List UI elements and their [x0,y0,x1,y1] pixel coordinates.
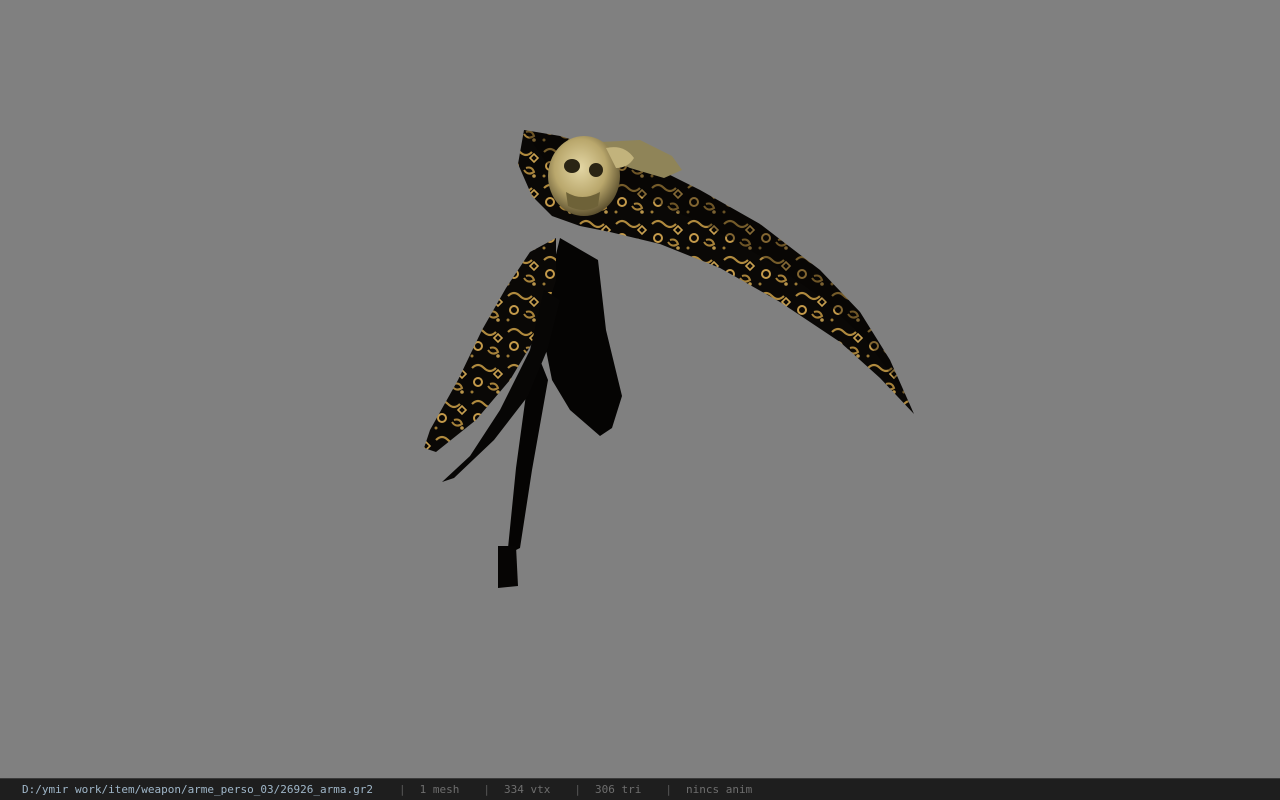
separator: | [483,783,490,796]
status-bar: D:/ymir work/item/weapon/arme_perso_03/2… [0,778,1280,800]
animation-status-label: nincs anim [685,783,753,796]
separator: | [399,783,406,796]
triangle-count-label: 306 tri [594,783,642,796]
mesh-count-label: 1 mesh [419,783,460,796]
separator: | [574,783,581,796]
separator: | [665,783,672,796]
scythe-model[interactable] [0,0,1280,778]
3d-viewport[interactable] [0,0,1280,778]
file-path-label: D:/ymir work/item/weapon/arme_perso_03/2… [22,783,373,796]
vertex-count-label: 334 vtx [504,783,551,796]
